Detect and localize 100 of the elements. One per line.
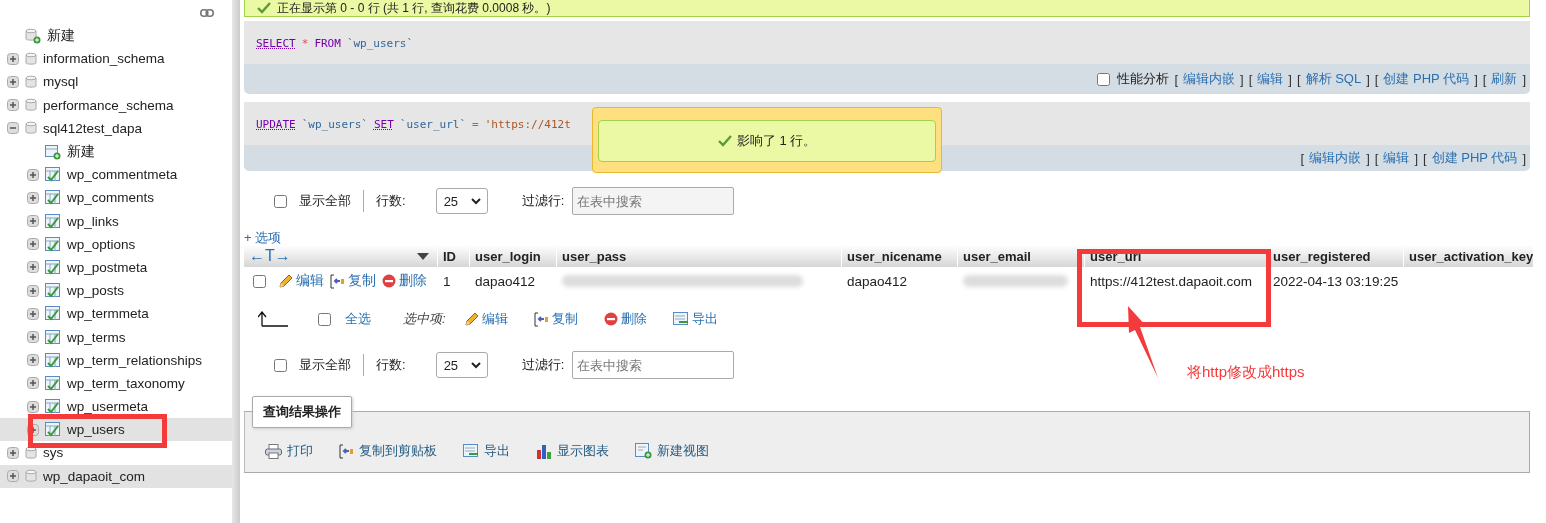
bulk-action[interactable]: 删除 bbox=[603, 310, 647, 328]
query-link[interactable]: 编辑 bbox=[1257, 70, 1284, 88]
table-icon bbox=[45, 422, 61, 438]
table-icon bbox=[45, 306, 61, 322]
query-link[interactable]: 编辑 bbox=[1383, 149, 1410, 167]
new-table-icon bbox=[45, 143, 61, 160]
query-link[interactable]: 创建 PHP 代码 bbox=[1431, 149, 1518, 167]
row-action[interactable]: 删除 bbox=[382, 272, 427, 290]
operation-link[interactable]: 导出 bbox=[463, 442, 510, 460]
filter-field[interactable]: 在表中搜索 bbox=[572, 187, 735, 215]
panel-legend: 查询结果操作 bbox=[252, 396, 352, 428]
expand-icon[interactable] bbox=[27, 284, 39, 297]
row-action[interactable]: 复制 bbox=[330, 272, 376, 290]
row-checkbox[interactable] bbox=[253, 274, 266, 288]
expand-icon[interactable] bbox=[27, 400, 39, 413]
annotation-note: 将http修改成https bbox=[1187, 363, 1305, 382]
operation-link[interactable]: 复制到剪贴板 bbox=[339, 442, 437, 460]
tree-item[interactable]: wp_comments bbox=[67, 190, 155, 206]
rows-select[interactable]: 25 bbox=[435, 188, 488, 214]
sort-arrows[interactable]: ←T→ bbox=[249, 247, 291, 265]
bracket: ] bbox=[1474, 71, 1478, 87]
query-link[interactable]: 编辑内嵌 bbox=[1309, 149, 1362, 167]
column-header[interactable]: user_activation_key bbox=[1404, 245, 1534, 267]
expand-icon[interactable] bbox=[27, 168, 39, 181]
expand-icon[interactable] bbox=[27, 331, 39, 344]
export-icon bbox=[463, 444, 479, 458]
link-icon[interactable] bbox=[200, 9, 214, 17]
operation-link[interactable]: 新建视图 bbox=[635, 442, 709, 460]
tree-item[interactable]: wp_term_relationships bbox=[67, 352, 203, 368]
expand-icon[interactable] bbox=[7, 75, 19, 88]
tree-item[interactable]: 新建 bbox=[47, 26, 75, 45]
query-link[interactable]: 解析 SQL bbox=[1305, 70, 1362, 88]
tree-item[interactable]: sql412test_dapa bbox=[43, 120, 143, 136]
table-cell: dapao412 bbox=[847, 273, 908, 289]
operation-link[interactable]: 显示图表 bbox=[536, 442, 609, 460]
table-icon bbox=[45, 213, 61, 229]
query-link[interactable]: 刷新 bbox=[1491, 70, 1518, 88]
column-controls[interactable]: ←T→ bbox=[244, 245, 438, 267]
options-link[interactable]: + 选项 bbox=[244, 230, 282, 245]
column-header[interactable]: ID bbox=[438, 245, 470, 267]
bracket: ] bbox=[1288, 71, 1292, 87]
tree-item[interactable]: wp_options bbox=[67, 236, 136, 252]
show-all-checkbox[interactable] bbox=[274, 358, 287, 372]
expand-icon[interactable] bbox=[27, 238, 39, 251]
expand-icon[interactable] bbox=[7, 99, 19, 112]
database-icon bbox=[25, 469, 37, 484]
expand-icon[interactable] bbox=[27, 377, 39, 390]
tree-item[interactable]: wp_users bbox=[67, 422, 125, 438]
row-action[interactable]: 编辑 bbox=[278, 272, 324, 290]
bracket: [ bbox=[1296, 71, 1301, 87]
database-icon bbox=[25, 74, 37, 89]
column-header[interactable]: user_nicename bbox=[842, 245, 958, 267]
tree-item[interactable]: wp_commentmeta bbox=[67, 167, 178, 183]
tree-item[interactable]: wp_posts bbox=[67, 283, 125, 299]
bulk-action[interactable]: 导出 bbox=[672, 310, 718, 328]
tree-item[interactable]: wp_usermeta bbox=[67, 399, 149, 415]
tree-item[interactable]: wp_links bbox=[67, 213, 119, 229]
query-link[interactable]: 编辑内嵌 bbox=[1183, 70, 1236, 88]
bracket: ] bbox=[1414, 150, 1419, 166]
tree-item[interactable]: performance_schema bbox=[43, 97, 174, 113]
show-all-checkbox[interactable] bbox=[274, 194, 287, 208]
tree-item[interactable]: wp_postmeta bbox=[67, 259, 148, 275]
column-header[interactable]: user_email bbox=[958, 245, 1085, 267]
column-header[interactable]: user_pass bbox=[557, 245, 842, 267]
column-header[interactable]: user_login bbox=[470, 245, 557, 267]
check-all-label[interactable]: 全选 bbox=[345, 310, 371, 328]
table-icon bbox=[45, 236, 61, 252]
check-all-checkbox[interactable] bbox=[318, 312, 331, 326]
expand-icon[interactable] bbox=[27, 307, 39, 320]
tree-item[interactable]: wp_term_taxonomy bbox=[67, 375, 185, 391]
expand-icon[interactable] bbox=[27, 215, 39, 228]
bracket: ] bbox=[1366, 71, 1370, 87]
tree-item[interactable]: sys bbox=[43, 445, 64, 461]
rows-select[interactable]: 25 bbox=[435, 352, 488, 378]
bracket: ] bbox=[1522, 71, 1526, 87]
expand-icon[interactable] bbox=[7, 470, 19, 483]
tree-item[interactable]: information_schema bbox=[43, 51, 165, 67]
bulk-action[interactable]: 编辑 bbox=[463, 310, 508, 328]
expand-icon[interactable] bbox=[7, 52, 19, 65]
expand-icon[interactable] bbox=[27, 423, 39, 436]
dropdown-icon[interactable] bbox=[417, 252, 429, 260]
rows-label: 行数: bbox=[376, 192, 406, 210]
expand-icon[interactable] bbox=[7, 446, 19, 459]
filter-field[interactable]: 在表中搜索 bbox=[572, 351, 735, 379]
tree-item[interactable]: 新建 bbox=[67, 142, 95, 161]
expand-icon[interactable] bbox=[27, 261, 39, 274]
column-header[interactable]: user_registered bbox=[1268, 245, 1404, 267]
collapse-icon[interactable] bbox=[7, 122, 19, 135]
profiling-checkbox[interactable] bbox=[1097, 72, 1111, 86]
tree-item[interactable]: wp_termmeta bbox=[67, 306, 149, 322]
bracket: [ bbox=[1374, 71, 1379, 87]
table-cell: https://412test.dapaoit.com bbox=[1090, 273, 1253, 289]
bulk-action[interactable]: 复制 bbox=[533, 310, 578, 328]
expand-icon[interactable] bbox=[27, 191, 39, 204]
tree-item[interactable]: mysql bbox=[43, 74, 79, 90]
operation-link[interactable]: 打印 bbox=[265, 442, 313, 460]
query-link[interactable]: 创建 PHP 代码 bbox=[1383, 70, 1470, 88]
tree-item[interactable]: wp_terms bbox=[67, 329, 126, 345]
pencil-icon bbox=[278, 273, 293, 289]
expand-icon[interactable] bbox=[27, 354, 39, 367]
